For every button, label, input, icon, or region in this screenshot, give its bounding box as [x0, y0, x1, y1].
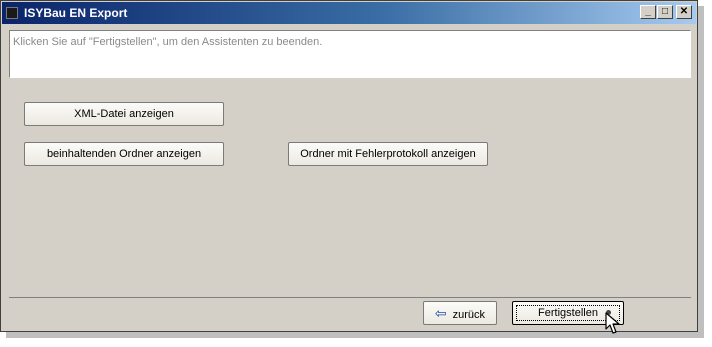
show-folder-button[interactable]: beinhaltenden Ordner anzeigen — [24, 142, 224, 166]
close-button[interactable]: ✕ — [676, 5, 692, 19]
message-box: Klicken Sie auf "Fertigstellen", um den … — [9, 30, 691, 78]
maximize-button[interactable]: □ — [657, 5, 673, 19]
arrow-left-icon: ⇦ — [434, 305, 447, 321]
show-errorlog-folder-button[interactable]: Ordner mit Fehlerprotokoll anzeigen — [288, 142, 488, 166]
window-title: ISYBau EN Export — [24, 6, 128, 20]
mouse-pointer-icon — [605, 312, 620, 334]
back-button[interactable]: ⇦ zurück — [423, 301, 497, 325]
message-text: Klicken Sie auf "Fertigstellen", um den … — [13, 36, 323, 48]
title-bar[interactable]: ISYBau EN Export _ □ ✕ — [2, 2, 696, 24]
minimize-button[interactable]: _ — [640, 5, 656, 19]
back-label: zurück — [452, 309, 486, 321]
show-xml-button[interactable]: XML-Datei anzeigen — [24, 102, 224, 126]
app-icon — [6, 7, 18, 19]
export-window: ISYBau EN Export _ □ ✕ Klicken Sie auf "… — [0, 0, 698, 332]
